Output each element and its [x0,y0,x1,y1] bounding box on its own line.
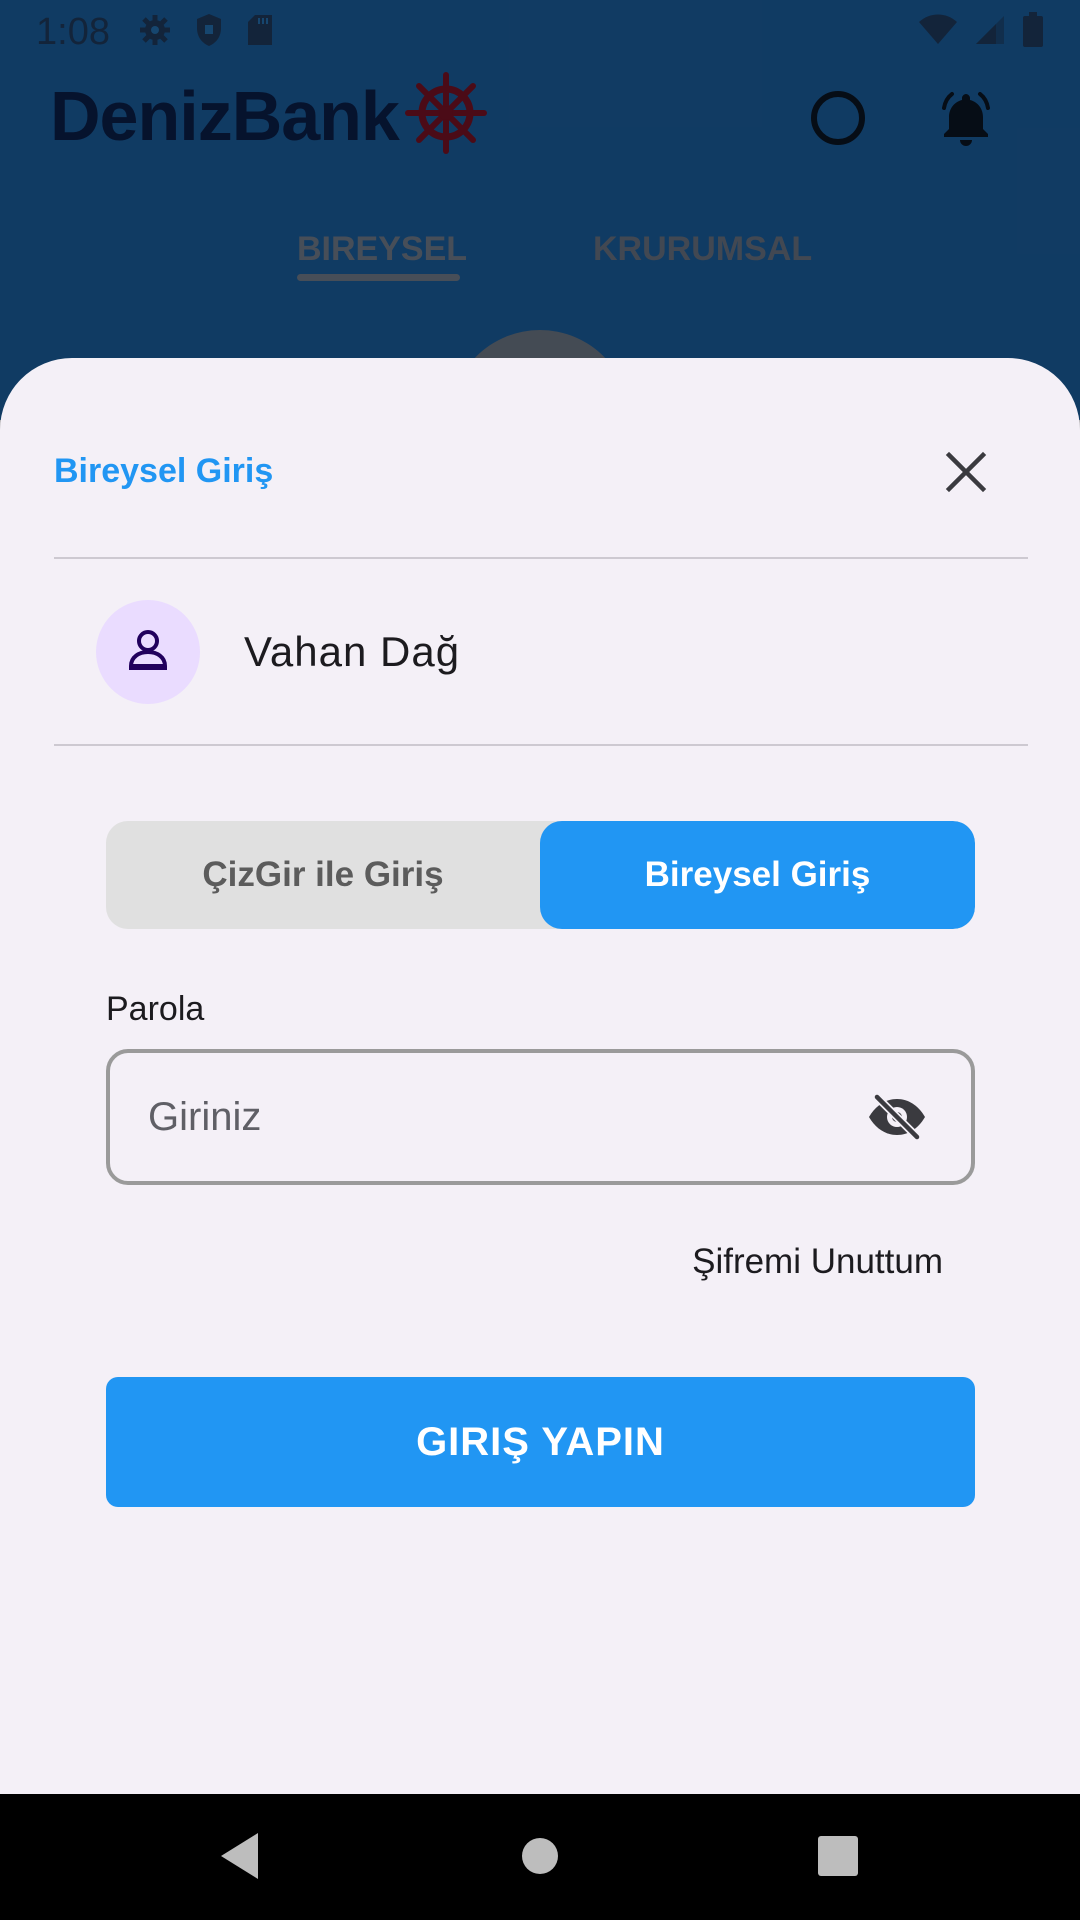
user-name: Vahan Dağ [244,628,461,675]
sheet-title: Bireysel Giriş [54,452,274,490]
password-field [106,1049,975,1185]
signal-icon [974,14,1006,51]
shield-icon [194,12,224,53]
gear-icon [138,13,172,52]
recents-square-icon [817,1835,859,1882]
close-icon [944,450,988,499]
close-button[interactable] [936,446,996,502]
home-button[interactable] [512,1830,568,1886]
back-button[interactable] [212,1830,268,1886]
battery-icon [1022,12,1044,53]
login-submit-button[interactable]: GIRIŞ YAPIN [106,1377,975,1507]
status-time: 1:08 [36,10,110,53]
option-bireysel-login[interactable]: Bireysel Giriş [540,821,975,929]
user-avatar [96,600,200,704]
option-cizgir-login[interactable]: ÇizGir ile Giriş [106,821,540,929]
login-method-toggle: ÇizGir ile Giriş Bireysel Giriş [106,821,975,929]
forgot-password-link[interactable]: Şifremi Unuttum [692,1242,943,1282]
saved-user-row[interactable]: Vahan Dağ [54,560,1028,744]
toggle-password-visibility-button[interactable] [867,1091,927,1147]
recents-button[interactable] [810,1830,866,1886]
password-input[interactable] [148,1077,848,1157]
eye-off-icon [867,1093,927,1146]
status-bar: 1:08 [0,0,1080,64]
sd-card-icon [246,13,274,52]
divider-bottom [54,744,1028,746]
home-circle-icon [520,1836,560,1881]
system-navigation-bar [0,1794,1080,1920]
wifi-icon [918,14,958,51]
password-label: Parola [106,990,205,1028]
back-triangle-icon [218,1831,262,1886]
person-icon [124,626,172,679]
divider-top [54,557,1028,559]
